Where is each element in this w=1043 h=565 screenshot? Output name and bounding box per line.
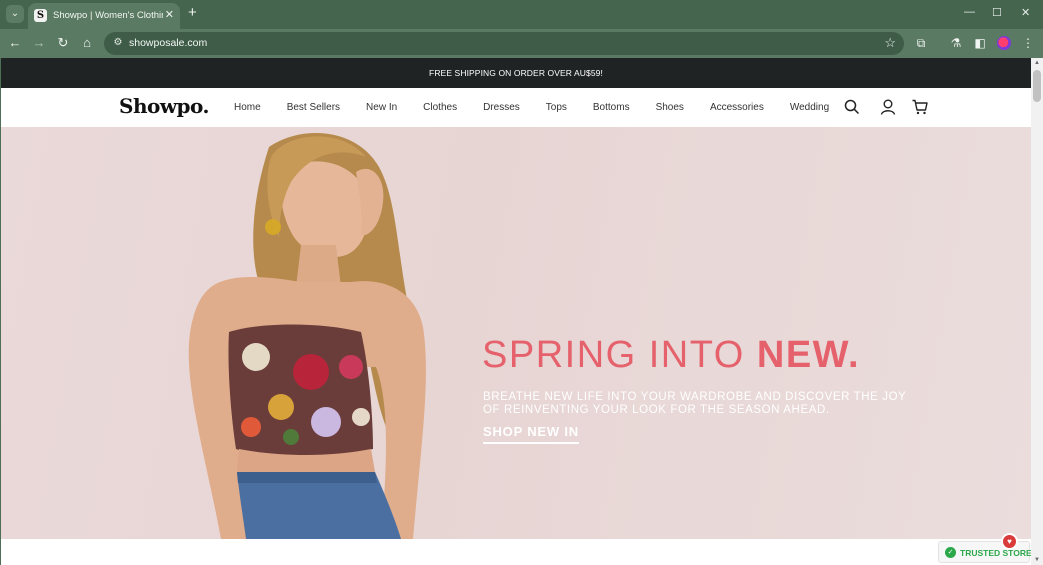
hero-headline-light: SPRING INTO (482, 334, 757, 376)
below-fold-section (1, 539, 1031, 565)
nav-clothes[interactable]: Clothes (423, 102, 457, 113)
forward-icon[interactable]: → (31, 35, 47, 51)
account-icon[interactable] (879, 98, 897, 116)
hero-headline: SPRING INTO NEW. (482, 335, 860, 375)
nav-home[interactable]: Home (234, 102, 261, 113)
tab-close-icon[interactable]: ✕ (165, 8, 174, 21)
maximize-button[interactable]: ☐ (992, 6, 1002, 19)
close-window-button[interactable]: ✕ (1021, 6, 1030, 19)
hero-banner[interactable]: SPRING INTO NEW. BREATHE NEW LIFE INTO Y… (1, 127, 1031, 539)
main-nav: Home Best Sellers New In Clothes Dresses… (234, 102, 829, 113)
site-header: Showpo. Home Best Sellers New In Clothes… (1, 88, 1031, 127)
showpo-favicon-icon: S (34, 9, 47, 22)
back-icon[interactable]: ← (7, 35, 23, 51)
shield-check-icon: ✓ (945, 547, 956, 558)
browser-window: ⌄ S Showpo | Women's Clothing | ✕ + — ☐ … (0, 0, 1043, 565)
site-info-icon[interactable]: ⚙ (111, 36, 125, 50)
scroll-up-arrow-icon[interactable]: ▲ (1034, 60, 1040, 66)
reload-icon[interactable]: ↻ (55, 35, 71, 51)
tab-title: Showpo | Women's Clothing | (53, 10, 163, 21)
web-page: FREE SHIPPING ON ORDER OVER AU$59! Showp… (1, 58, 1031, 565)
promo-bar[interactable]: FREE SHIPPING ON ORDER OVER AU$59! (1, 58, 1031, 88)
minimize-button[interactable]: — (964, 6, 975, 18)
hero-model-image (188, 133, 426, 539)
tab-strip: ⌄ S Showpo | Women's Clothing | ✕ + — ☐ … (0, 0, 1043, 29)
search-icon[interactable] (843, 98, 861, 116)
extensions-icon[interactable]: ⧉ (913, 35, 929, 51)
nav-dresses[interactable]: Dresses (483, 102, 520, 113)
scroll-down-arrow-icon[interactable]: ▼ (1034, 557, 1040, 563)
cart-icon[interactable] (911, 98, 929, 116)
nav-best-sellers[interactable]: Best Sellers (287, 102, 340, 113)
bookmark-star-icon[interactable]: ☆ (884, 35, 896, 51)
home-icon[interactable]: ⌂ (79, 35, 95, 51)
browser-menu-icon[interactable]: ⋮ (1020, 35, 1036, 51)
trusted-store-label: TRUSTED STORE (960, 548, 1031, 558)
labs-flask-icon[interactable]: ⚗ (948, 35, 964, 51)
nav-tops[interactable]: Tops (546, 102, 567, 113)
new-tab-button[interactable]: + (188, 5, 197, 21)
url-text[interactable]: showposale.com (129, 37, 207, 49)
nav-accessories[interactable]: Accessories (710, 102, 764, 113)
browser-toolbar: ← → ↻ ⌂ ⚙ showposale.com ☆ ⧉ ⚗ ◧ ⋮ (0, 29, 1043, 58)
profile-avatar-icon[interactable] (997, 36, 1011, 50)
tab-search-button[interactable]: ⌄ (6, 5, 24, 23)
showpo-logo[interactable]: Showpo. (119, 94, 209, 118)
nav-wedding[interactable]: Wedding (790, 102, 829, 113)
chat-widget-icon[interactable]: ♥ (1001, 533, 1018, 550)
scroll-thumb[interactable] (1033, 70, 1041, 102)
side-panel-icon[interactable]: ◧ (972, 35, 988, 51)
hero-headline-bold: NEW. (756, 334, 861, 376)
shop-new-in-link[interactable]: SHOP NEW IN (483, 424, 579, 444)
nav-shoes[interactable]: Shoes (656, 102, 684, 113)
nav-new-in[interactable]: New In (366, 102, 397, 113)
address-bar[interactable]: ⚙ showposale.com ☆ (104, 32, 904, 55)
nav-bottoms[interactable]: Bottoms (593, 102, 630, 113)
page-scrollbar[interactable]: ▲ ▼ (1031, 58, 1043, 565)
hero-subheadline: BREATHE NEW LIFE INTO YOUR WARDROBE AND … (483, 391, 907, 416)
active-tab[interactable]: S Showpo | Women's Clothing | ✕ (28, 3, 180, 29)
